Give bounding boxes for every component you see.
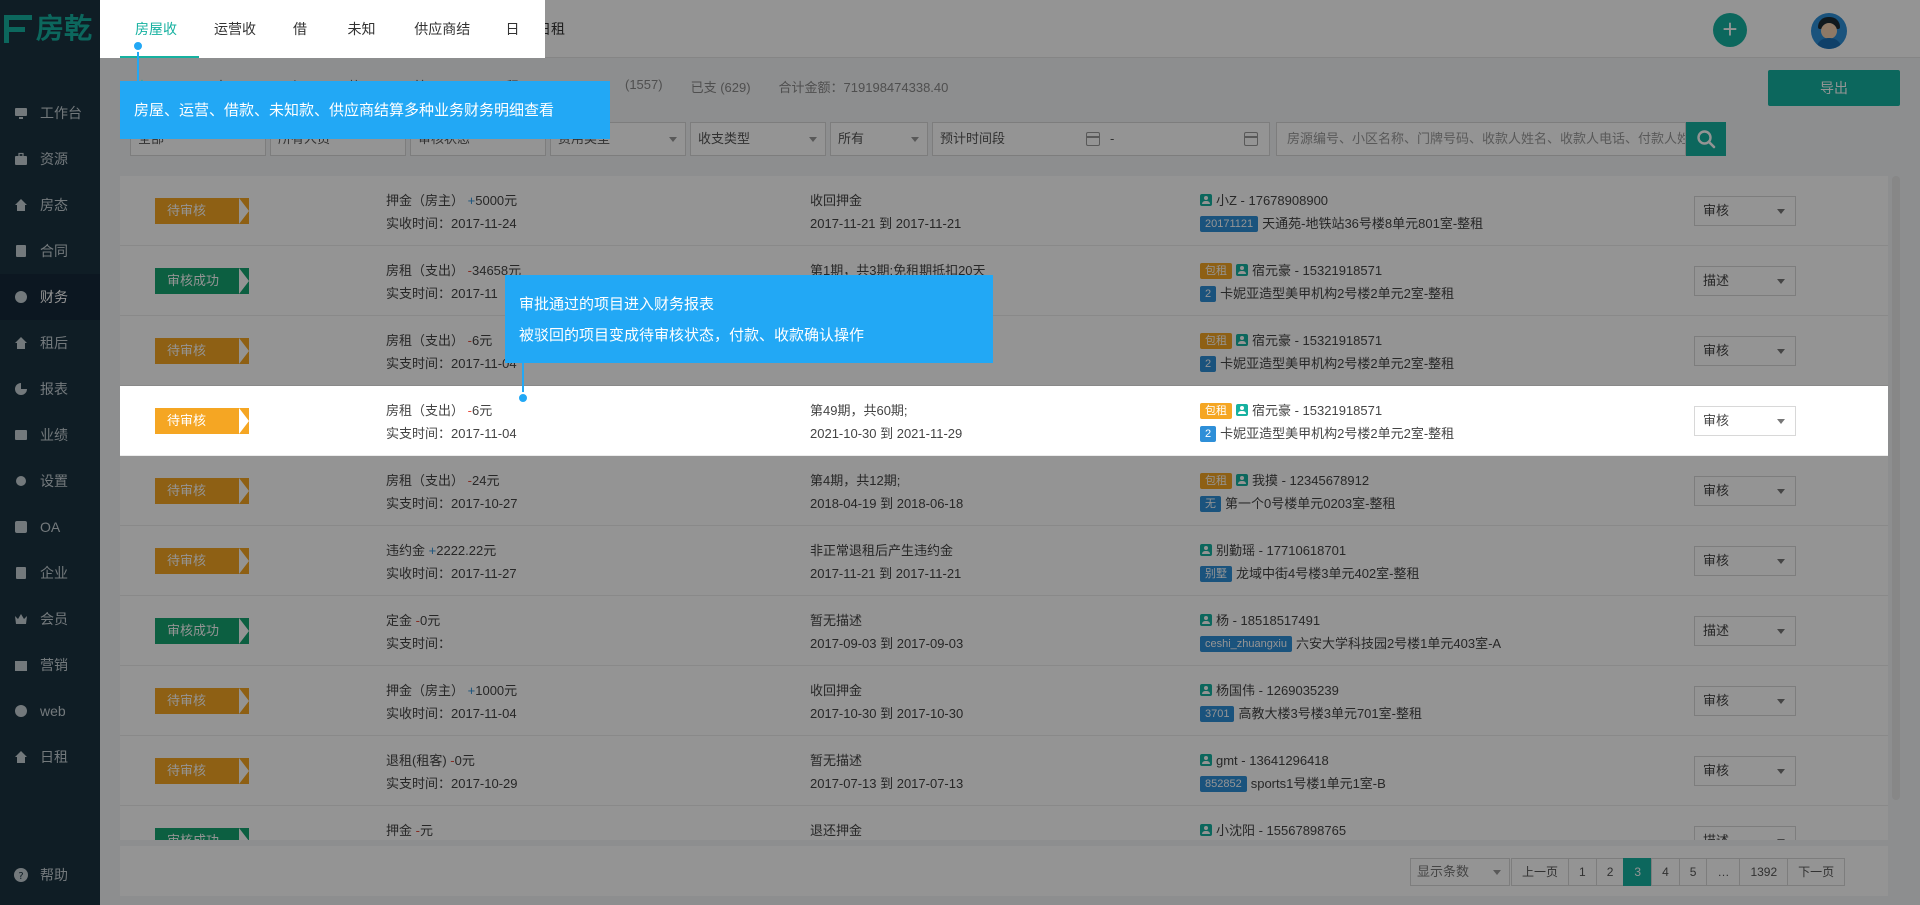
room-tag: 2 [1200,426,1217,442]
tab-5[interactable]: 日租 [491,0,546,95]
amount: 6元 [471,403,493,418]
tab-1[interactable]: 运营收支 [199,0,278,95]
tabs-guide-tip: 房屋、运营、借款、未知款、供应商结算多种业务财务明细查看 [120,81,610,139]
desc-cell: 第49期，共60期; 2021-10-30 到 2021-11-29 [810,399,1190,445]
lease-tag: 包租 [1200,403,1232,419]
row-tip-line-1: 审批通过的项目进入财务报表 [519,296,715,313]
row-guide-tip: 审批通过的项目进入财务报表 被驳回的项目变成待审核状态，付款、收款确认操作 [505,275,993,363]
highlighted-row: 待审核 房租（支出） -6元 实支时间：2017-11-04 第49期，共60期; 20… [120,386,1888,456]
row-tip-line-2: 被驳回的项目变成待审核状态，付款、收款确认操作 [519,327,865,344]
status-badge: 待审核 [155,408,249,434]
time-label: 实支时间： [386,426,452,441]
tip-anchor-dot [132,40,144,52]
room-address[interactable]: 卡妮亚造型美甲机构2号楼2单元2室-整租 [1220,426,1454,441]
party-cell: 包租 宿元豪 - 15321918571 2卡妮亚造型美甲机构2号楼2单元2室-整租 [1200,399,1760,445]
time-value: 2017-11-04 [451,426,517,441]
row-action-select[interactable]: 审核 [1694,406,1796,436]
person-icon [1236,404,1248,416]
tab-4[interactable]: 供应商结算 [399,0,490,95]
tab-3[interactable]: 未知款 [333,0,400,95]
person: 宿元豪 - 15321918571 [1252,403,1383,418]
description: 第49期，共60期; [810,403,908,418]
highlighted-tab-bar: 房屋收支运营收支借还未知款供应商结算日租 [100,0,546,95]
item-cell: 房租（支出） -6元实支时间：2017-11-04 [386,399,786,445]
tab-0[interactable]: 房屋收支 [100,0,199,95]
tip-anchor-dot [517,392,529,404]
tip-connector [522,363,524,395]
tab-2[interactable]: 借还 [278,0,333,95]
tab-bar-highlight: 房屋收支运营收支借还未知款供应商结算日租 [100,0,546,95]
table-row[interactable]: 待审核房租（支出） -6元实支时间：2017-11-04第49期，共60期;20… [120,386,1888,456]
item-name: 房租（支出） [386,403,465,418]
period: 2021-10-30 到 2021-11-29 [810,426,963,441]
